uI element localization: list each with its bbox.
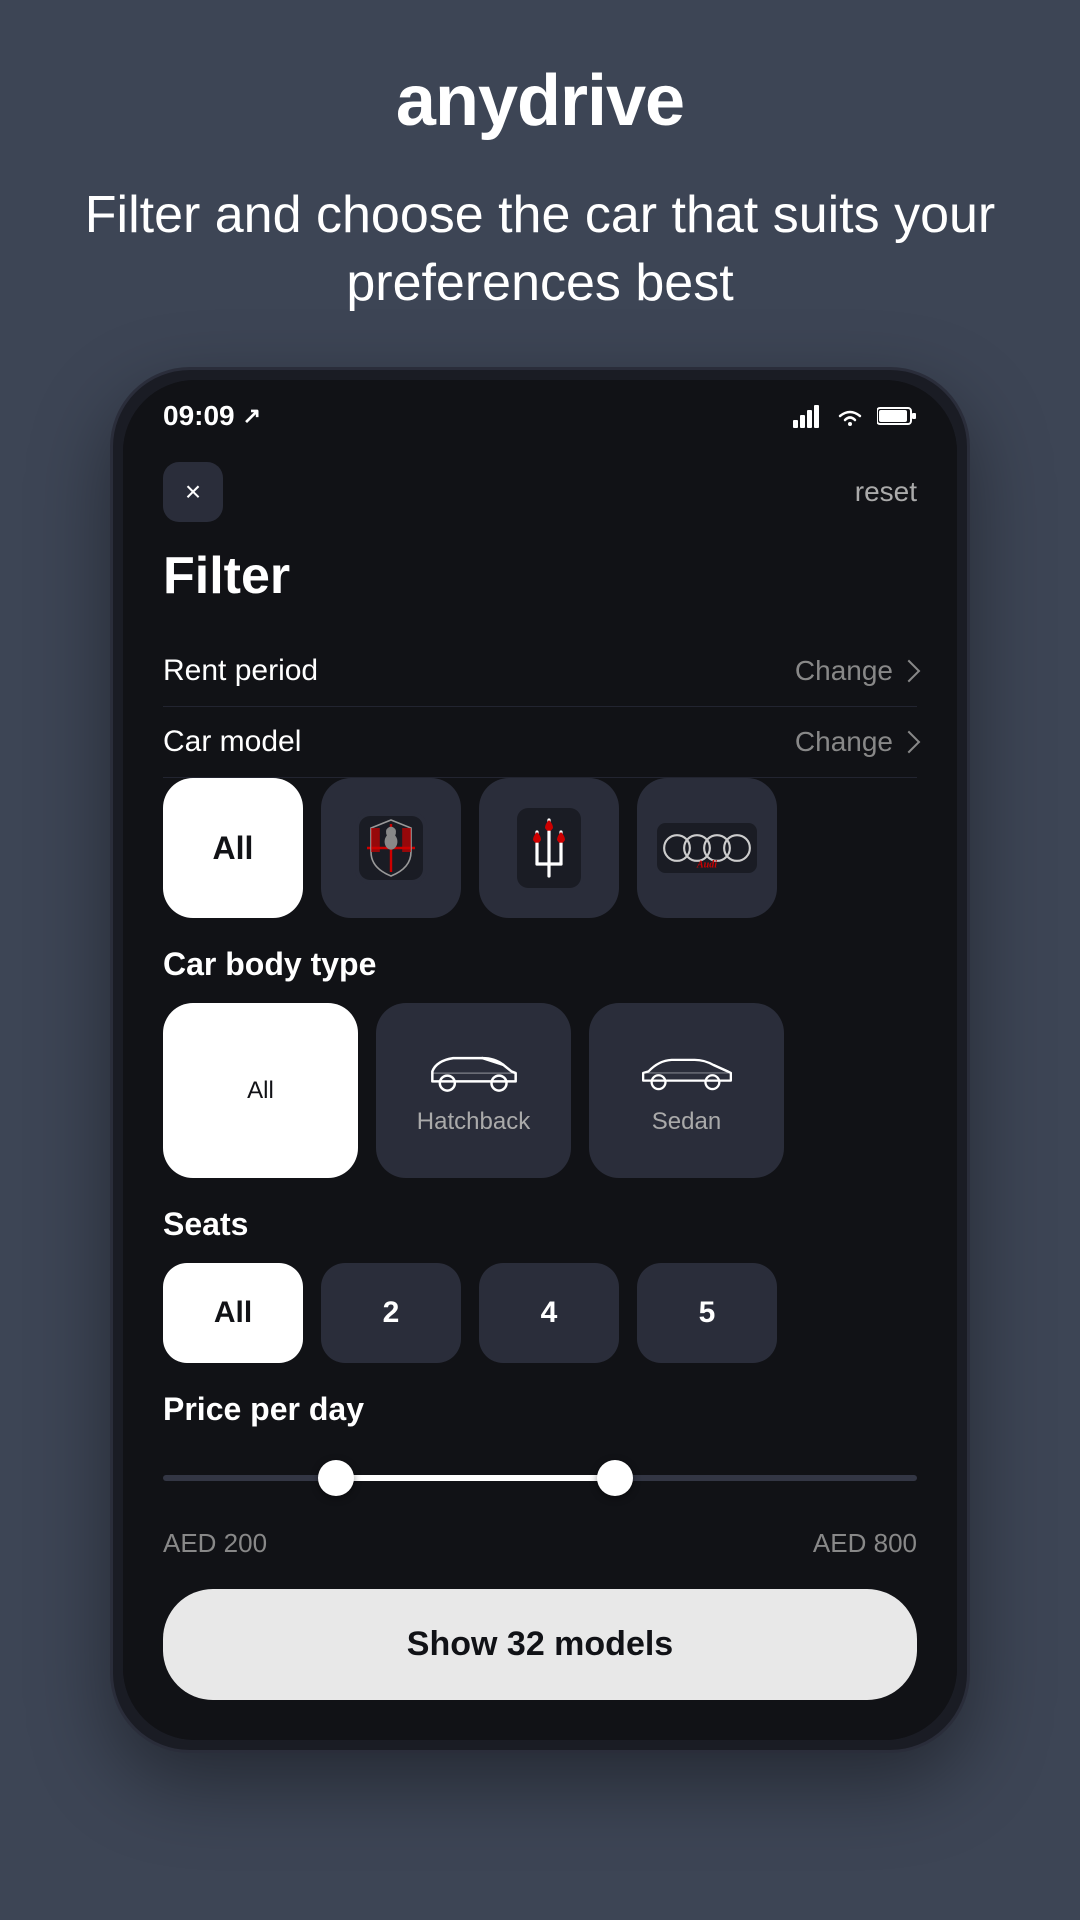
sedan-icon bbox=[637, 1046, 737, 1096]
price-min-label: AED 200 bbox=[163, 1528, 267, 1559]
car-body-type-title: Car body type bbox=[163, 946, 917, 983]
seat-item-5[interactable]: 5 bbox=[637, 1263, 777, 1363]
car-model-label: Car model bbox=[163, 725, 301, 759]
phone-mockup: 09:09 ↗ bbox=[110, 367, 970, 1753]
chevron-right-icon bbox=[898, 660, 921, 683]
car-model-change[interactable]: Change bbox=[795, 726, 917, 758]
price-slider[interactable] bbox=[163, 1448, 917, 1508]
price-section: Price per day AED 200 AED 800 bbox=[163, 1391, 917, 1559]
price-labels: AED 200 AED 800 bbox=[163, 1528, 917, 1559]
slider-fill bbox=[336, 1475, 615, 1481]
battery-icon bbox=[877, 405, 917, 427]
brands-row: All bbox=[163, 778, 917, 918]
svg-text:Audi: Audi bbox=[696, 859, 717, 870]
porsche-logo bbox=[351, 808, 431, 888]
seat-item-all[interactable]: All bbox=[163, 1263, 303, 1363]
body-type-item-sedan[interactable]: Sedan bbox=[589, 1003, 784, 1178]
app-title: anydrive bbox=[396, 60, 684, 142]
close-button[interactable]: × bbox=[163, 462, 223, 522]
location-arrow-icon: ↗ bbox=[243, 403, 261, 429]
brand-item-porsche[interactable] bbox=[321, 778, 461, 918]
seats-row: All 2 4 5 bbox=[163, 1263, 917, 1363]
brand-item-audi[interactable]: Audi bbox=[637, 778, 777, 918]
seat-item-4[interactable]: 4 bbox=[479, 1263, 619, 1363]
slider-thumb-min[interactable] bbox=[318, 1460, 354, 1496]
signal-icon bbox=[793, 404, 823, 428]
rent-period-change[interactable]: Change bbox=[795, 655, 917, 687]
price-title: Price per day bbox=[163, 1391, 917, 1428]
maserati-logo bbox=[514, 808, 584, 888]
seats-title: Seats bbox=[163, 1206, 917, 1243]
status-bar: 09:09 ↗ bbox=[123, 380, 957, 442]
slider-track bbox=[163, 1475, 917, 1481]
status-time: 09:09 ↗ bbox=[163, 400, 261, 432]
brand-item-maserati[interactable] bbox=[479, 778, 619, 918]
filter-header: × reset bbox=[163, 462, 917, 522]
car-model-row[interactable]: Car model Change bbox=[163, 707, 917, 778]
audi-logo: Audi bbox=[657, 823, 757, 873]
body-types-row: All Hatchback bbox=[163, 1003, 917, 1178]
show-models-button[interactable]: Show 32 models bbox=[163, 1589, 917, 1700]
reset-button[interactable]: reset bbox=[855, 476, 917, 508]
app-subtitle: Filter and choose the car that suits you… bbox=[0, 182, 1080, 317]
seat-item-2[interactable]: 2 bbox=[321, 1263, 461, 1363]
body-type-item-all[interactable]: All bbox=[163, 1003, 358, 1178]
filter-title: Filter bbox=[163, 546, 917, 606]
hatchback-icon bbox=[424, 1046, 524, 1096]
wifi-icon bbox=[835, 404, 865, 428]
brand-item-all[interactable]: All bbox=[163, 778, 303, 918]
chevron-right-icon bbox=[898, 731, 921, 754]
filter-screen: × reset Filter Rent period Change Car mo… bbox=[123, 442, 957, 1740]
rent-period-label: Rent period bbox=[163, 654, 318, 688]
body-type-item-hatchback[interactable]: Hatchback bbox=[376, 1003, 571, 1178]
rent-period-row[interactable]: Rent period Change bbox=[163, 636, 917, 707]
slider-thumb-max[interactable] bbox=[597, 1460, 633, 1496]
status-icons bbox=[793, 404, 917, 428]
price-max-label: AED 800 bbox=[813, 1528, 917, 1559]
